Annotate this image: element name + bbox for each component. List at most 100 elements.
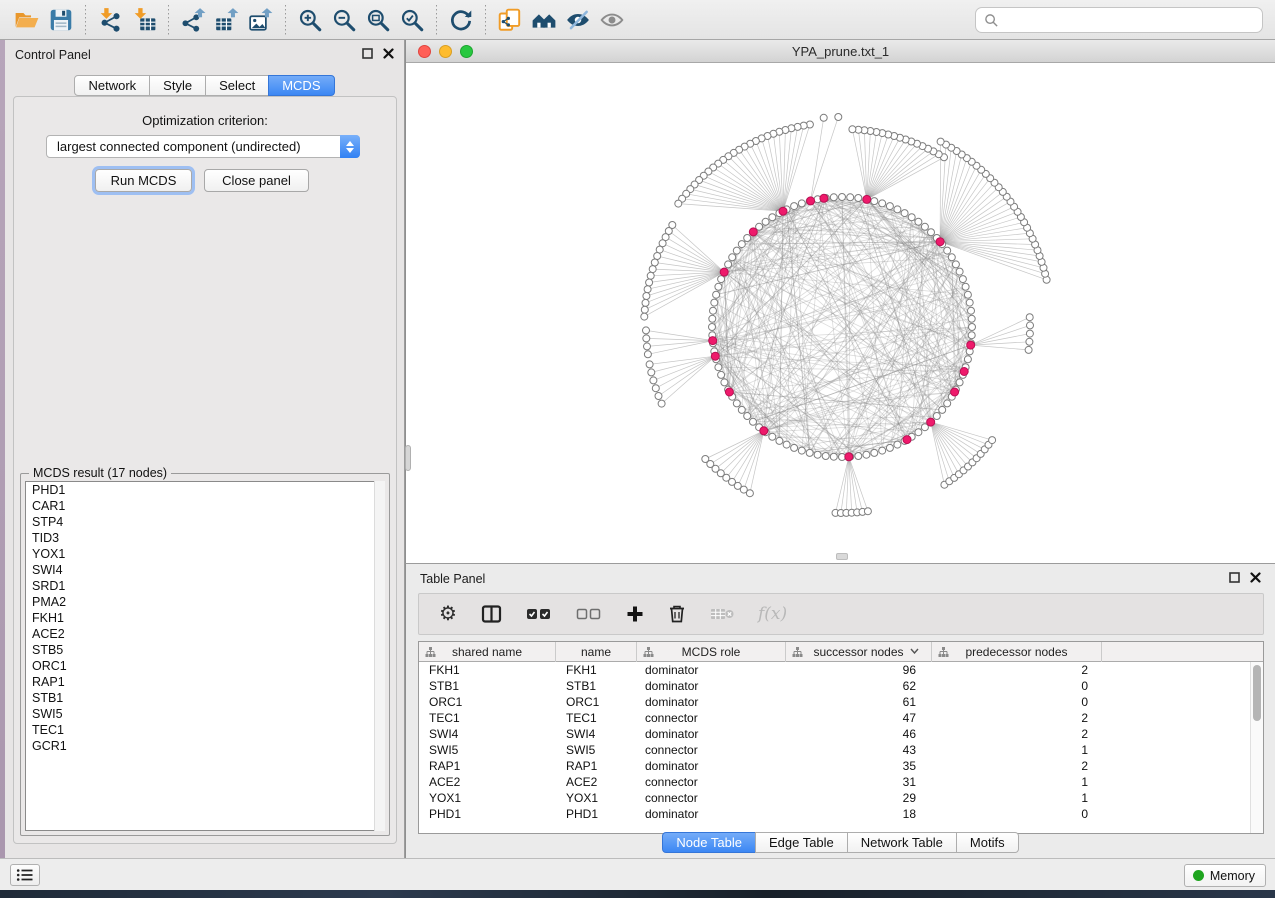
import-table-icon[interactable] <box>127 4 161 36</box>
table-cell: connector <box>637 742 786 758</box>
select-all-icon[interactable] <box>526 607 552 621</box>
mcds-result-item[interactable]: SWI4 <box>26 562 384 578</box>
duplicate-network-icon[interactable] <box>493 4 527 36</box>
zoom-selected-icon[interactable] <box>395 4 429 36</box>
task-history-button[interactable] <box>10 864 40 886</box>
table-scrollbar[interactable] <box>1250 662 1263 833</box>
tab-motifs[interactable]: Motifs <box>956 832 1019 853</box>
mcds-result-item[interactable]: TID3 <box>26 530 384 546</box>
tab-network[interactable]: Network <box>74 75 150 96</box>
tab-network-table[interactable]: Network Table <box>847 832 957 853</box>
mcds-result-item[interactable]: RAP1 <box>26 674 384 690</box>
table-cell: dominator <box>637 694 786 710</box>
criterion-dropdown[interactable]: largest connected component (undirected) <box>46 135 360 158</box>
export-table-icon[interactable] <box>210 4 244 36</box>
table-row[interactable]: SWI4SWI4dominator462 <box>419 726 1263 742</box>
table-cell: SWI4 <box>556 726 637 742</box>
tab-node-table[interactable]: Node Table <box>662 832 756 853</box>
mcds-result-item[interactable]: PMA2 <box>26 594 384 610</box>
mcds-result-item[interactable]: GCR1 <box>26 738 384 754</box>
status-bar: Memory <box>0 858 1275 890</box>
column-header-MCDS-role[interactable]: MCDS role <box>637 642 786 662</box>
home-networks-icon[interactable] <box>527 4 561 36</box>
table-cell: TEC1 <box>419 710 556 726</box>
table-cell: ORC1 <box>419 694 556 710</box>
mcds-list-scrollbar[interactable] <box>374 481 385 831</box>
zoom-fit-icon[interactable] <box>361 4 395 36</box>
delete-table-icon[interactable] <box>710 606 734 622</box>
table-row[interactable]: SWI5SWI5connector431 <box>419 742 1263 758</box>
table-row[interactable]: TEC1TEC1connector472 <box>419 710 1263 726</box>
mcds-result-item[interactable]: PHD1 <box>26 482 384 498</box>
tab-edge-table[interactable]: Edge Table <box>755 832 848 853</box>
run-mcds-button[interactable]: Run MCDS <box>95 169 192 192</box>
close-panel-icon[interactable] <box>1250 572 1261 583</box>
table-cell: connector <box>637 790 786 806</box>
tab-mcds[interactable]: MCDS <box>268 75 334 96</box>
memory-button[interactable]: Memory <box>1184 864 1266 887</box>
column-header-predecessor-nodes[interactable]: predecessor nodes <box>932 642 1102 662</box>
function-builder-icon[interactable]: f(x) <box>758 604 787 624</box>
import-network-icon[interactable] <box>93 4 127 36</box>
show-all-eye-icon[interactable] <box>595 4 629 36</box>
export-network-icon[interactable] <box>176 4 210 36</box>
save-session-icon[interactable] <box>44 4 78 36</box>
export-image-icon[interactable] <box>244 4 278 36</box>
zoom-in-icon[interactable] <box>293 4 327 36</box>
zoom-out-icon[interactable] <box>327 4 361 36</box>
mcds-result-item[interactable]: YOX1 <box>26 546 384 562</box>
mcds-result-item[interactable]: STB5 <box>26 642 384 658</box>
add-column-plus-icon[interactable] <box>626 605 644 623</box>
close-panel-icon[interactable] <box>383 48 394 59</box>
table-cell: 43 <box>786 742 932 758</box>
mcds-result-item[interactable]: FKH1 <box>26 610 384 626</box>
table-row[interactable]: STB1STB1dominator620 <box>419 678 1263 694</box>
mcds-result-item[interactable]: ACE2 <box>26 626 384 642</box>
tab-select[interactable]: Select <box>205 75 269 96</box>
table-row[interactable]: YOX1YOX1connector291 <box>419 790 1263 806</box>
table-cell: 2 <box>932 710 1102 726</box>
table-panel-tabs: Node TableEdge TableNetwork TableMotifs <box>406 832 1275 853</box>
column-header-shared-name[interactable]: shared name <box>419 642 556 662</box>
table-row[interactable]: RAP1RAP1dominator352 <box>419 758 1263 774</box>
column-header-name[interactable]: name <box>556 642 637 662</box>
mcds-result-item[interactable]: TEC1 <box>26 722 384 738</box>
mcds-result-list[interactable]: PHD1CAR1STP4TID3YOX1SWI4SRD1PMA2FKH1ACE2… <box>25 481 385 831</box>
mcds-result-item[interactable]: SWI5 <box>26 706 384 722</box>
control-panel-title: Control Panel <box>15 48 91 62</box>
table-cell: 62 <box>786 678 932 694</box>
float-panel-icon[interactable] <box>1229 572 1240 583</box>
table-row[interactable]: PHD1PHD1dominator180 <box>419 806 1263 822</box>
network-graph[interactable] <box>406 63 1275 563</box>
column-header-successor-nodes[interactable]: successor nodes <box>786 642 932 662</box>
mcds-result-item[interactable]: ORC1 <box>26 658 384 674</box>
first-neighbors-icon[interactable] <box>444 4 478 36</box>
network-canvas[interactable] <box>406 63 1275 563</box>
table-row[interactable]: ORC1ORC1dominator610 <box>419 694 1263 710</box>
split-panel-icon[interactable] <box>481 604 502 624</box>
table-options-gear-icon[interactable]: ⚙ <box>439 604 457 624</box>
close-panel-button[interactable]: Close panel <box>204 169 309 192</box>
mcds-result-title: MCDS result (17 nodes) <box>29 466 171 480</box>
mcds-result-item[interactable]: STP4 <box>26 514 384 530</box>
deselect-all-icon[interactable] <box>576 607 602 621</box>
mcds-result-item[interactable]: CAR1 <box>26 498 384 514</box>
network-view-titlebar[interactable]: YPA_prune.txt_1 <box>406 40 1275 63</box>
table-cell: 0 <box>932 678 1102 694</box>
delete-column-trash-icon[interactable] <box>668 604 686 624</box>
search-input[interactable] <box>975 7 1263 33</box>
horizontal-splitter-handle[interactable] <box>836 553 848 560</box>
table-row[interactable]: ACE2ACE2connector311 <box>419 774 1263 790</box>
table-cell: FKH1 <box>556 662 637 678</box>
vertical-splitter-handle[interactable] <box>405 445 411 471</box>
open-session-icon[interactable] <box>10 4 44 36</box>
table-cell: ORC1 <box>556 694 637 710</box>
table-row[interactable]: FKH1FKH1dominator962 <box>419 662 1263 678</box>
hide-selected-eye-icon[interactable] <box>561 4 595 36</box>
float-panel-icon[interactable] <box>362 48 373 59</box>
tab-style[interactable]: Style <box>149 75 206 96</box>
mcds-result-item[interactable]: SRD1 <box>26 578 384 594</box>
control-panel-tabs: NetworkStyleSelectMCDS <box>5 75 404 96</box>
desktop-wallpaper-bottom <box>0 890 1275 898</box>
mcds-result-item[interactable]: STB1 <box>26 690 384 706</box>
